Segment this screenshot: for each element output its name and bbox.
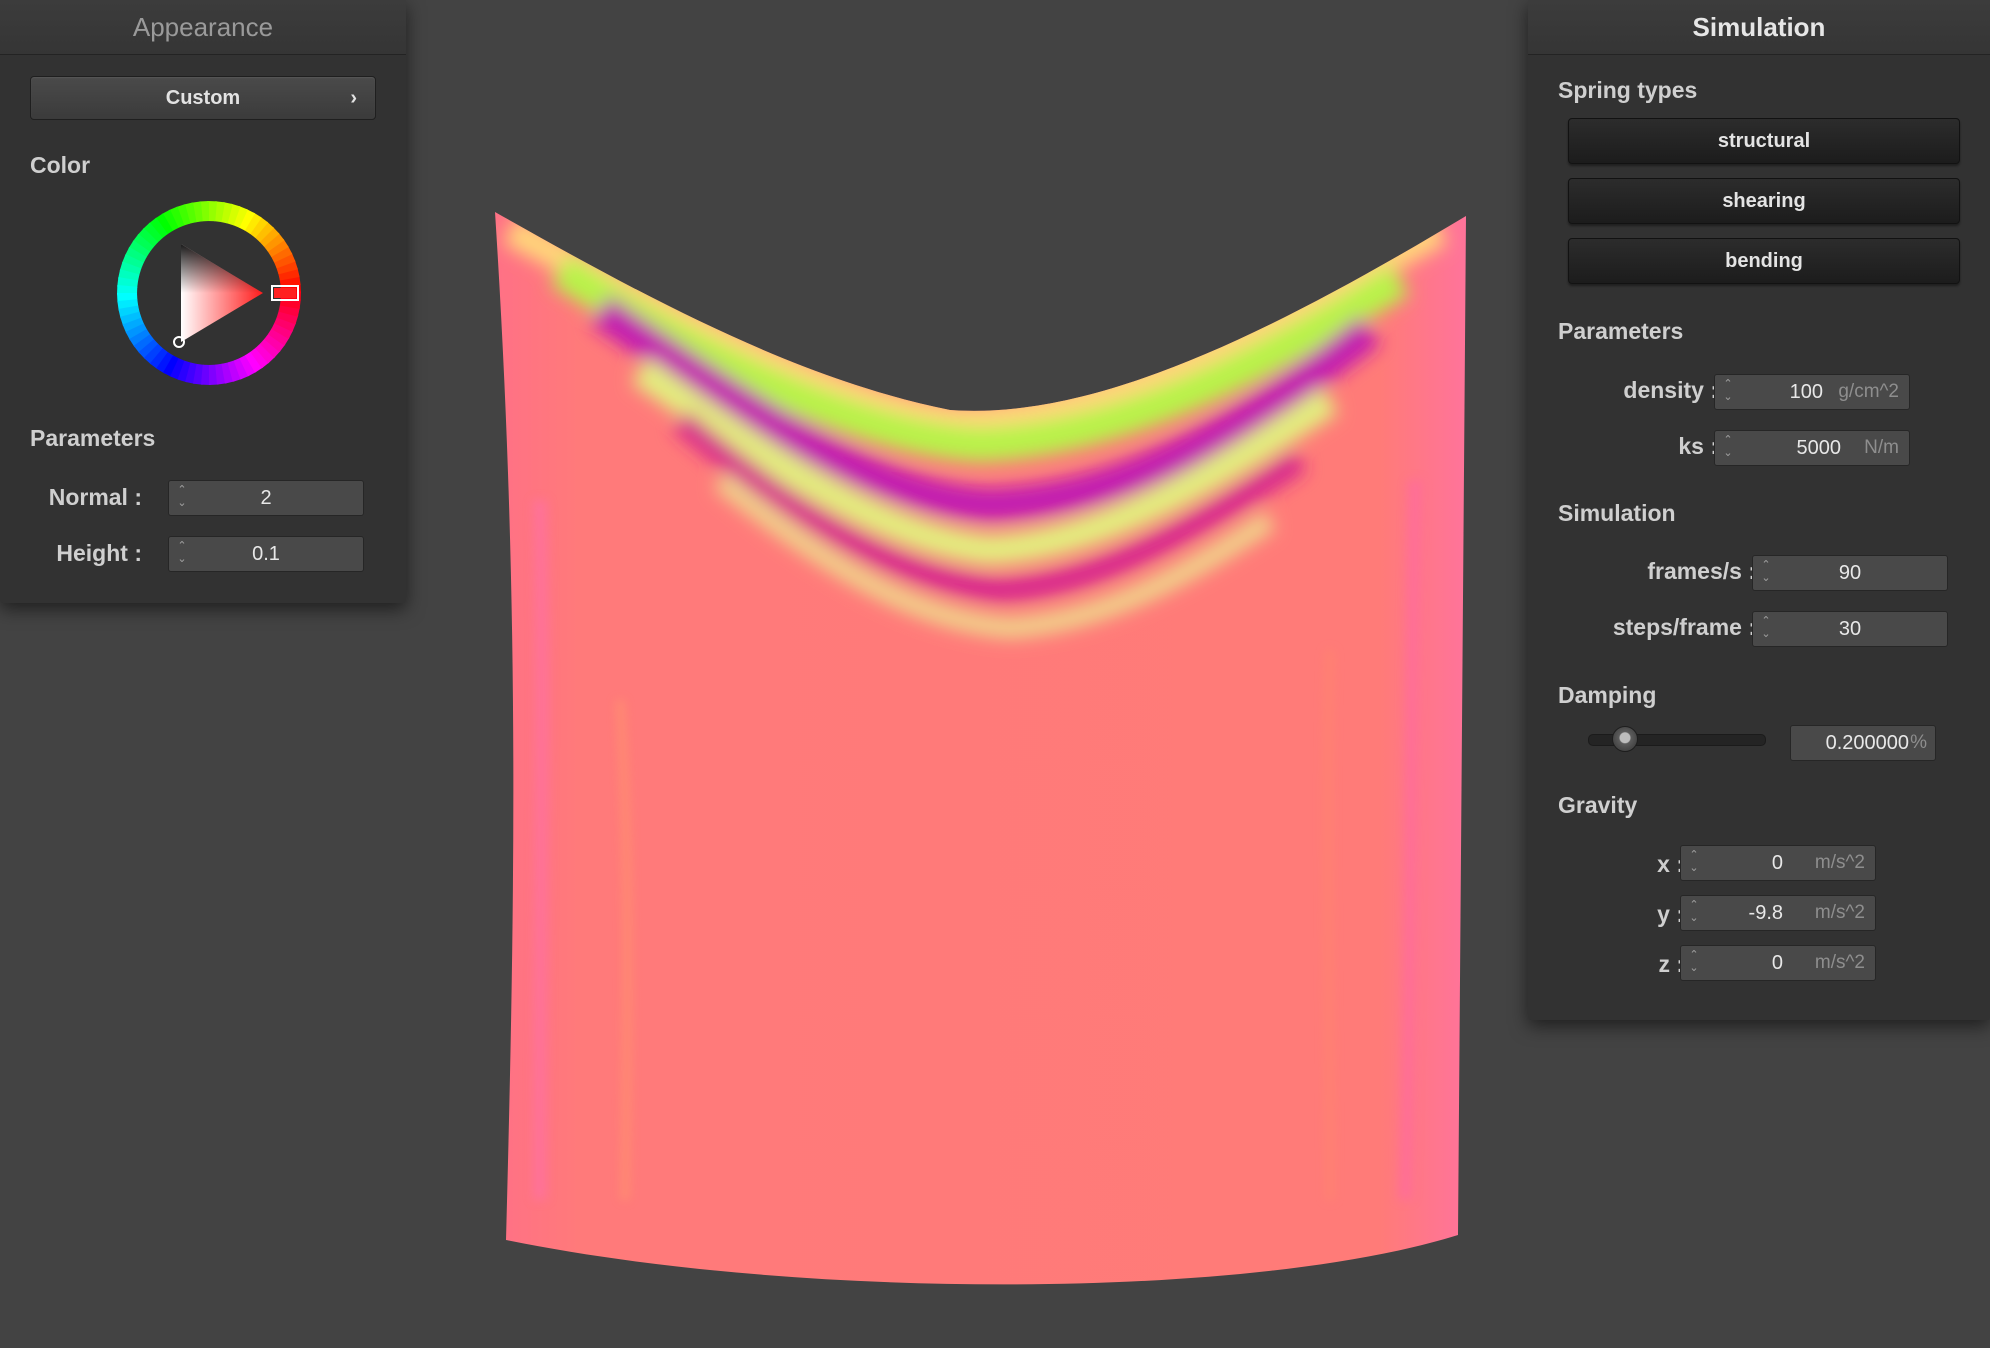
damping-slider-knob[interactable] xyxy=(1612,726,1639,752)
density-label: density : xyxy=(1623,377,1718,403)
spinner-arrows-icon[interactable]: ⌃ ⌄ xyxy=(1723,434,1733,460)
spring-types-label: Spring types xyxy=(1558,77,1698,103)
steps-label: steps/frame : xyxy=(1612,614,1756,640)
simulation-panel: Simulation Spring types structural shear… xyxy=(1528,0,1990,1020)
gravity-y-label: y : xyxy=(1657,901,1684,927)
simulation-title[interactable]: Simulation xyxy=(1528,0,1990,55)
fps-value: 90 xyxy=(1838,562,1862,584)
normal-input[interactable]: ⌃ ⌄ 2 xyxy=(168,480,364,516)
bending-toggle[interactable]: bending xyxy=(1568,238,1960,284)
color-selector-handle[interactable] xyxy=(173,336,185,348)
ks-unit: N/m xyxy=(1864,437,1899,458)
damping-slider[interactable] xyxy=(1588,726,1766,752)
damping-section-label: Damping xyxy=(1558,682,1657,708)
sim-params-label: Parameters xyxy=(1558,318,1684,344)
saturation-triangle[interactable] xyxy=(181,244,263,342)
shearing-toggle[interactable]: shearing xyxy=(1568,178,1960,224)
appearance-panel: Appearance Custom › Color Parameters Nor… xyxy=(0,0,406,603)
spinner-arrows-icon[interactable]: ⌃ ⌄ xyxy=(1723,378,1733,404)
gravity-y-unit: m/s^2 xyxy=(1814,902,1865,923)
spinner-arrows-icon[interactable]: ⌃ ⌄ xyxy=(1689,899,1699,925)
density-unit: g/cm^2 xyxy=(1838,381,1899,402)
gravity-z-input[interactable]: ⌃ ⌄ 0 m/s^2 xyxy=(1680,945,1876,981)
gravity-x-value: 0 xyxy=(1771,852,1783,874)
gravity-x-input[interactable]: ⌃ ⌄ 0 m/s^2 xyxy=(1680,845,1876,881)
gravity-section-label: Gravity xyxy=(1558,792,1638,818)
appearance-title[interactable]: Appearance xyxy=(0,0,406,55)
ks-input[interactable]: ⌃ ⌄ 5000 N/m xyxy=(1714,430,1910,466)
simulation-section-label: Simulation xyxy=(1558,500,1676,526)
color-section-label: Color xyxy=(30,152,91,178)
damping-input[interactable]: 0.200000 % xyxy=(1790,725,1936,761)
damping-unit: % xyxy=(1910,732,1927,753)
spinner-arrows-icon[interactable]: ⌃ ⌄ xyxy=(1689,949,1699,975)
gravity-y-input[interactable]: ⌃ ⌄ -9.8 m/s^2 xyxy=(1680,895,1876,931)
gravity-z-value: 0 xyxy=(1771,952,1783,974)
height-input[interactable]: ⌃ ⌄ 0.1 xyxy=(168,536,364,572)
preset-popup-button[interactable]: Custom › xyxy=(30,76,376,120)
ks-value: 5000 xyxy=(1796,437,1842,459)
density-input[interactable]: ⌃ ⌄ 100 g/cm^2 xyxy=(1714,374,1910,410)
steps-value: 30 xyxy=(1838,618,1862,640)
chevron-right-icon: › xyxy=(350,87,357,109)
gravity-x-unit: m/s^2 xyxy=(1814,852,1865,873)
structural-toggle[interactable]: structural xyxy=(1568,118,1960,164)
normal-label: Normal : xyxy=(48,484,142,510)
cloth-mesh xyxy=(495,212,1466,1285)
preset-label: Custom xyxy=(165,87,241,109)
height-value: 0.1 xyxy=(252,543,280,565)
density-value: 100 xyxy=(1789,381,1823,403)
appearance-params-label: Parameters xyxy=(30,425,156,451)
gravity-z-label: z : xyxy=(1658,951,1684,977)
color-wheel[interactable] xyxy=(116,200,302,386)
damping-value: 0.200000 xyxy=(1825,732,1909,754)
hue-selector-fill xyxy=(274,288,296,298)
gravity-y-value: -9.8 xyxy=(1748,902,1783,924)
ks-label: ks : xyxy=(1678,433,1718,459)
spinner-arrows-icon[interactable]: ⌃ ⌄ xyxy=(1689,849,1699,875)
gravity-x-label: x : xyxy=(1657,851,1684,877)
steps-input[interactable]: ⌃ ⌄ 30 xyxy=(1752,611,1948,647)
fps-input[interactable]: ⌃ ⌄ 90 xyxy=(1752,555,1948,591)
normal-value: 2 xyxy=(260,487,272,509)
fps-label: frames/s : xyxy=(1647,558,1756,584)
height-label: Height : xyxy=(56,540,142,566)
gravity-z-unit: m/s^2 xyxy=(1814,952,1865,973)
